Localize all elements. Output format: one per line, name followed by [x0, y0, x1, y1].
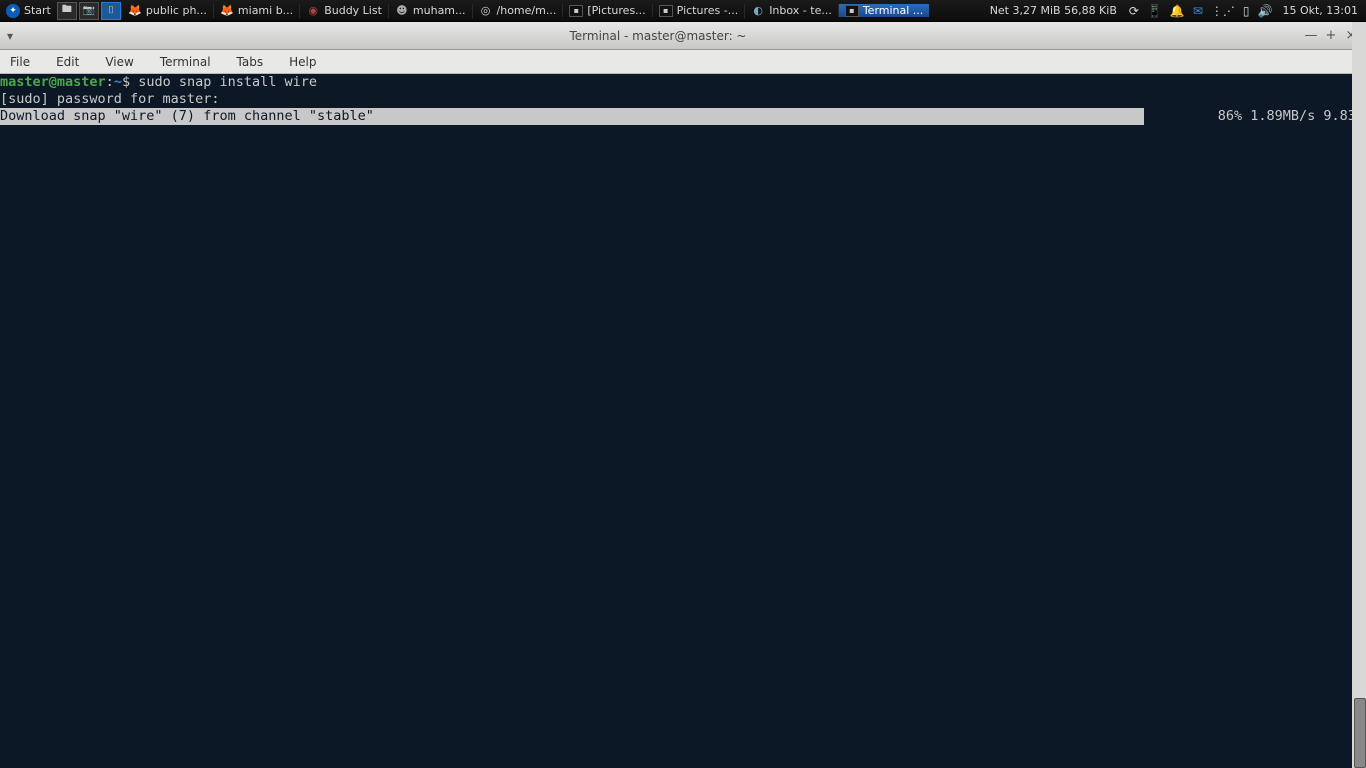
- taskbar-item-steam-chat[interactable]: ☻ muham...: [388, 4, 472, 18]
- prompt-path: ~: [114, 74, 122, 90]
- task-label: Inbox - te...: [769, 4, 832, 17]
- terminal-icon: ▪: [569, 5, 583, 17]
- menu-file[interactable]: File: [6, 53, 34, 71]
- sync-icon[interactable]: ⟳: [1127, 4, 1141, 18]
- window-title: Terminal - master@master: ~: [20, 29, 1296, 43]
- minimize-button[interactable]: —: [1304, 29, 1318, 43]
- wifi-icon[interactable]: ⋮⋰: [1209, 4, 1237, 18]
- notification-bell-icon[interactable]: 🔔: [1168, 4, 1187, 18]
- command-text: sudo snap install wire: [138, 74, 317, 90]
- scrollbar-track[interactable]: [1352, 22, 1366, 768]
- menu-edit[interactable]: Edit: [52, 53, 83, 71]
- mail-indicator-icon[interactable]: ✉: [1191, 4, 1205, 18]
- terminal-viewport[interactable]: master@master:~$ sudo snap install wire …: [0, 74, 1366, 768]
- taskbar-item-inbox[interactable]: ◐ Inbox - te...: [744, 4, 838, 18]
- steam-icon: ☻: [395, 4, 409, 18]
- taskbar-item-firefox-1[interactable]: 🦊 public ph...: [121, 4, 213, 18]
- taskbar-item-buddy-list[interactable]: ◉ Buddy List: [299, 4, 388, 18]
- taskbar-item-terminal[interactable]: ▪ Terminal ...: [838, 4, 929, 17]
- mail-icon: ◐: [751, 4, 765, 18]
- maximize-button[interactable]: +: [1324, 29, 1338, 43]
- terminal-line-prompt: master@master:~$ sudo snap install wire: [0, 74, 1366, 91]
- task-label: [Pictures...: [587, 4, 645, 17]
- terminal-window: ▾ Terminal - master@master: ~ — + × File…: [0, 22, 1366, 768]
- taskbar-item-firefox-2[interactable]: 🦊 miami b...: [213, 4, 299, 18]
- terminal-line-progress: Download snap "wire" (7) from channel "s…: [0, 108, 1366, 125]
- quicklaunch-camera-icon[interactable]: 📷: [79, 2, 99, 20]
- spiral-icon: ◎: [479, 4, 493, 18]
- quicklaunch-desktop-icon[interactable]: 🖿: [57, 2, 77, 20]
- task-label: Pictures -...: [677, 4, 739, 17]
- panel-left: ✦ Start 🖿 📷 ⌷ 🦊 public ph... 🦊 miami b..…: [0, 2, 984, 20]
- prompt-suffix: $: [122, 74, 130, 90]
- menubar: File Edit View Terminal Tabs Help: [0, 50, 1366, 74]
- phone-icon[interactable]: 📱: [1145, 4, 1164, 18]
- task-label: Terminal ...: [863, 4, 923, 17]
- taskbar-item-pictures-2[interactable]: ▪ Pictures -...: [652, 4, 745, 17]
- taskbar-item-filemanager[interactable]: ◎ /home/m...: [472, 4, 563, 18]
- clock[interactable]: 15 Okt, 13:01: [1278, 4, 1362, 17]
- menu-help[interactable]: Help: [285, 53, 320, 71]
- net-monitor: Net 3,27 MiB 56,88 KiB: [984, 4, 1123, 17]
- volume-icon[interactable]: 🔊: [1256, 4, 1275, 18]
- quicklaunch-terminal-icon[interactable]: ⌷: [101, 2, 121, 20]
- task-label: miami b...: [238, 4, 293, 17]
- download-stats: 86% 1.89MB/s 9.83s: [1210, 108, 1366, 125]
- scrollbar-thumb[interactable]: [1354, 698, 1366, 768]
- menu-view[interactable]: View: [101, 53, 137, 71]
- xfce-logo-icon: ✦: [6, 4, 20, 18]
- start-label: Start: [24, 4, 51, 17]
- window-titlebar[interactable]: ▾ Terminal - master@master: ~ — + ×: [0, 22, 1366, 50]
- download-label: Download snap "wire" (7) from channel "s…: [0, 108, 374, 124]
- battery-icon[interactable]: ▯: [1241, 4, 1252, 18]
- terminal-line-sudo: [sudo] password for master:: [0, 91, 1366, 108]
- window-menu-dropdown-icon[interactable]: ▾: [0, 29, 20, 43]
- firefox-icon: 🦊: [128, 4, 142, 18]
- menu-tabs[interactable]: Tabs: [233, 53, 268, 71]
- quick-launch: 🖿 📷 ⌷: [57, 2, 121, 20]
- terminal-icon: ▪: [659, 5, 673, 17]
- start-menu-button[interactable]: ✦ Start: [0, 4, 57, 18]
- firefox-icon: 🦊: [220, 4, 234, 18]
- pidgin-icon: ◉: [306, 4, 320, 18]
- system-panel: ✦ Start 🖿 📷 ⌷ 🦊 public ph... 🦊 miami b..…: [0, 0, 1366, 22]
- download-progress-bar: Download snap "wire" (7) from channel "s…: [0, 108, 1144, 125]
- task-label: muham...: [413, 4, 466, 17]
- panel-right: Net 3,27 MiB 56,88 KiB ⟳ 📱 🔔 ✉ ⋮⋰ ▯ 🔊 15…: [984, 4, 1366, 18]
- task-label: Buddy List: [324, 4, 382, 17]
- terminal-icon: ▪: [845, 5, 859, 17]
- task-label: public ph...: [146, 4, 207, 17]
- task-label: /home/m...: [497, 4, 557, 17]
- prompt-user: master@master: [0, 74, 106, 90]
- menu-terminal[interactable]: Terminal: [156, 53, 215, 71]
- taskbar-item-pictures-1[interactable]: ▪ [Pictures...: [562, 4, 651, 17]
